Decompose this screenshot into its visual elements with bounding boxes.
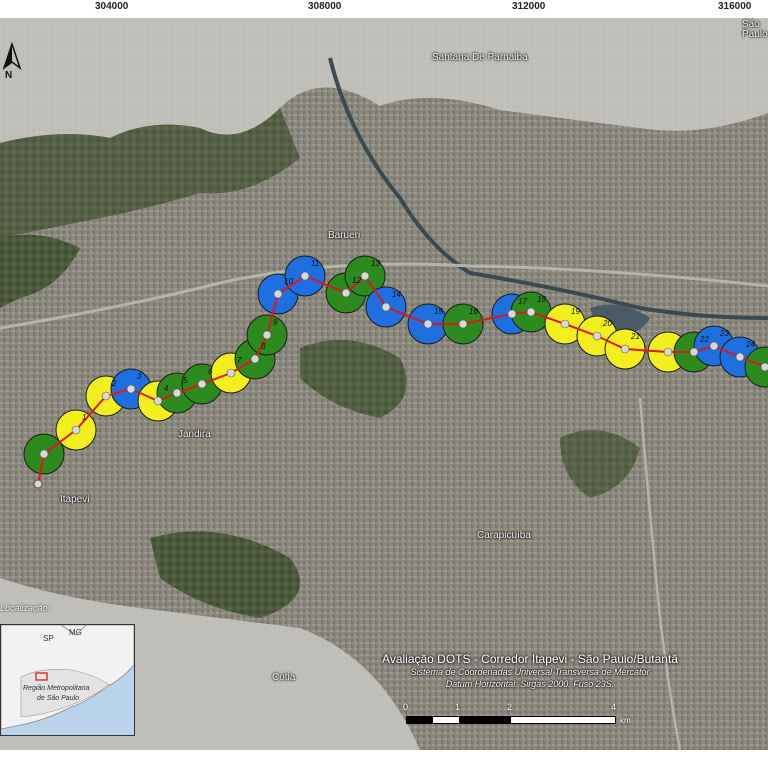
station-label-21: 21 [630, 332, 640, 341]
inset-region-label-2: de São Paulo [37, 695, 80, 702]
map-figure: 304000 308000 312000 316000 Santana De P… [0, 0, 768, 768]
station-label-22: 22 [699, 335, 709, 344]
station-point-7 [226, 368, 236, 378]
station-point-unlabeled-22 [663, 347, 673, 357]
location-title: Localização: [0, 603, 51, 613]
north-label: N [5, 70, 13, 81]
station-point-22 [689, 347, 699, 357]
inset-label-mg: MG [69, 628, 82, 637]
station-label-11: 11 [311, 259, 319, 268]
station-point-12 [341, 288, 351, 298]
station-point-15 [423, 319, 433, 329]
station-point-18 [526, 307, 536, 317]
inset-region-label-1: Região Metropolitana [23, 685, 90, 692]
station-label-15: 15 [434, 307, 443, 316]
station-point-1 [71, 425, 81, 435]
station-point-11 [300, 271, 310, 281]
station-point-25 [760, 362, 768, 372]
station-point-19 [560, 319, 570, 329]
station-point-21 [620, 344, 630, 354]
inset-label-sp: SP [43, 634, 54, 643]
station-point-24 [735, 352, 745, 362]
station-point-17 [507, 309, 517, 319]
grid-label-308000: 308000 [308, 1, 342, 12]
station-label-12: 12 [352, 276, 361, 285]
station-point-16 [458, 319, 468, 329]
station-label-2: 2 [111, 379, 117, 388]
grid-label-316000: 316000 [718, 1, 752, 12]
map-crs-line: Sistema de Coordenadas Universal Transve… [410, 667, 650, 677]
station-point-13 [360, 271, 370, 281]
station-label-1: 1 [82, 413, 86, 422]
station-label-19: 19 [571, 307, 580, 316]
map-credit: Avaliação DOTS - Corredor Itapevi - São … [340, 652, 720, 690]
station-point-9 [262, 330, 272, 340]
grid-label-312000: 312000 [512, 1, 546, 12]
station-label-18: 18 [537, 295, 546, 304]
station-label-10: 10 [284, 277, 293, 286]
station-point-3 [126, 384, 136, 394]
station-label-24: 24 [745, 340, 755, 349]
station-point-2 [101, 391, 111, 401]
station-point-10 [273, 289, 283, 299]
station-label-6: 6 [208, 367, 213, 376]
scale-bar: 0 1 2 4 km [398, 702, 648, 736]
route-start-point [33, 479, 43, 489]
inset-map-graphic [1, 625, 134, 730]
scale-tick-2: 2 [507, 702, 513, 712]
station-label-3: 3 [137, 372, 142, 381]
station-point-4 [153, 396, 163, 406]
station-label-9: 9 [273, 318, 278, 327]
station-point-14 [381, 302, 391, 312]
scale-bar-track [406, 716, 616, 724]
station-label-13: 13 [371, 259, 380, 268]
scale-tick-4: 4 [611, 702, 617, 712]
station-point-23 [709, 341, 719, 351]
scale-unit: km [620, 716, 631, 725]
grid-label-304000: 304000 [95, 1, 129, 12]
scale-tick-1: 1 [455, 702, 461, 712]
station-point-5 [172, 388, 182, 398]
station-label-4: 4 [164, 384, 169, 393]
map-datum-line: Datum Horizontal: Sirgas 2000. Fuso 23S. [445, 679, 615, 689]
map-title: Avaliação DOTS - Corredor Itapevi - São … [382, 652, 678, 666]
station-label-7: 7 [237, 356, 242, 365]
station-label-23: 23 [719, 329, 729, 338]
station-label-14: 14 [392, 290, 401, 299]
scale-tick-0: 0 [403, 702, 409, 712]
station-label-17: 17 [518, 297, 527, 306]
station-point-unlabeled-0 [39, 449, 49, 459]
station-label-20: 20 [602, 319, 612, 328]
station-label-8: 8 [261, 342, 266, 351]
station-point-8 [250, 354, 260, 364]
station-label-5: 5 [183, 376, 188, 385]
station-point-6 [197, 379, 207, 389]
station-point-20 [592, 331, 602, 341]
bottom-border [0, 750, 768, 768]
station-label-16: 16 [469, 307, 478, 316]
location-inset-map: SP MG Região Metropolitana de São Paulo [0, 624, 135, 736]
